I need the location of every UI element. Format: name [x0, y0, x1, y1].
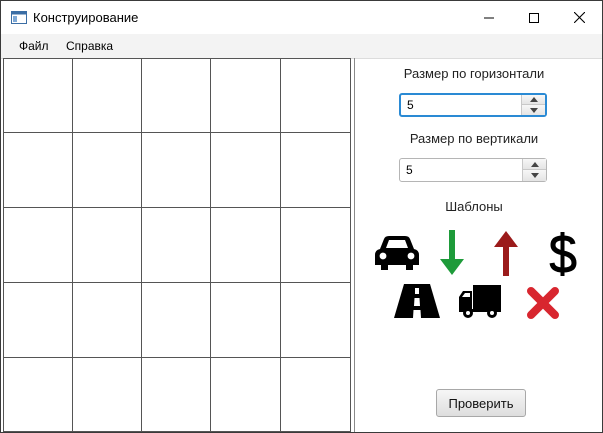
road-icon[interactable]	[393, 283, 441, 319]
vertical-increment-button[interactable]	[523, 159, 546, 170]
vertical-size-input[interactable]	[406, 163, 516, 177]
arrow-down-icon[interactable]	[437, 229, 467, 277]
menu-help[interactable]: Справка	[66, 39, 113, 53]
maximize-button[interactable]	[511, 1, 557, 34]
minimize-icon	[484, 17, 494, 18]
templates-label: Шаблоны	[445, 199, 503, 214]
dollar-icon[interactable]	[546, 231, 580, 277]
horizontal-size-input[interactable]	[407, 98, 517, 112]
vertical-size-spinner[interactable]	[399, 158, 547, 182]
horizontal-increment-button[interactable]	[522, 95, 545, 105]
panel-divider	[354, 58, 355, 432]
caret-down-icon	[529, 107, 538, 113]
close-icon	[573, 12, 585, 23]
title-bar: Конструирование	[1, 1, 602, 34]
truck-icon[interactable]	[457, 281, 505, 321]
car-icon[interactable]	[373, 233, 421, 273]
menu-bar: Файл Справка	[1, 34, 602, 59]
caret-down-icon	[530, 173, 539, 178]
horizontal-size-label: Размер по горизонтали	[403, 66, 545, 81]
maximize-icon	[529, 12, 539, 23]
app-window-icon	[11, 11, 27, 24]
vertical-spin-buttons	[522, 159, 546, 181]
caret-up-icon	[530, 161, 539, 167]
horizontal-decrement-button[interactable]	[522, 105, 545, 115]
vertical-size-label: Размер по вертикали	[409, 131, 539, 146]
app-window: Конструирование Файл Справка Размер по г…	[0, 0, 603, 433]
delete-x-icon[interactable]	[523, 283, 563, 323]
horizontal-spin-buttons	[521, 95, 545, 115]
arrow-up-icon[interactable]	[491, 229, 521, 277]
window-title: Конструирование	[33, 10, 139, 25]
close-button[interactable]	[556, 1, 602, 34]
menu-file[interactable]: Файл	[19, 39, 49, 53]
vertical-decrement-button[interactable]	[523, 170, 546, 181]
horizontal-size-spinner[interactable]	[399, 93, 547, 117]
grid-lines	[4, 59, 350, 431]
construction-grid	[3, 58, 351, 432]
minimize-button[interactable]	[466, 1, 512, 34]
check-button[interactable]: Проверить	[436, 389, 526, 417]
caret-up-icon	[529, 97, 538, 102]
